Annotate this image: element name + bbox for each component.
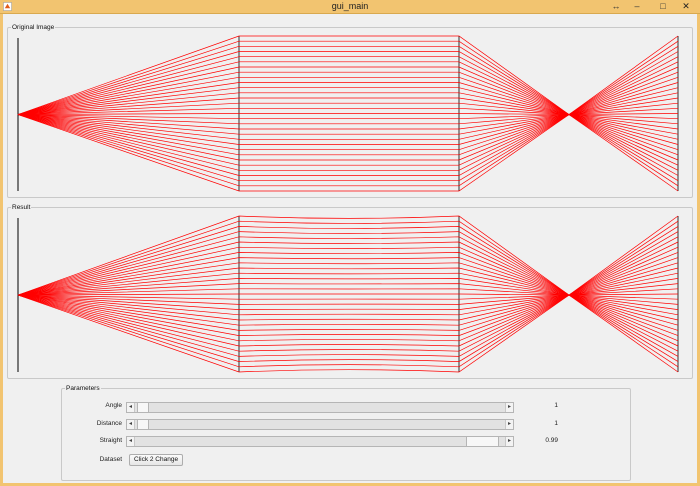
minimize-icon[interactable]: – [629, 0, 645, 13]
ray-line [17, 114, 679, 171]
ray-line [17, 114, 679, 187]
distance-slider[interactable]: ◂ ▸ [126, 419, 514, 430]
original-image-panel: Original Image [7, 23, 693, 198]
straight-slider[interactable]: ◂ ▸ [126, 436, 514, 447]
straight-slider-left-arrow-icon[interactable]: ◂ [127, 437, 135, 446]
change-dataset-button[interactable]: Click 2 Change [129, 454, 184, 466]
distance-value: 1 [554, 420, 558, 427]
straight-slider-thumb[interactable] [466, 437, 499, 446]
straight-label: Straight [99, 437, 122, 444]
straight-slider-right-arrow-icon[interactable]: ▸ [505, 437, 513, 446]
ray-line [17, 294, 679, 352]
angle-slider-thumb[interactable] [137, 403, 149, 412]
distance-slider-left-arrow-icon[interactable]: ◂ [127, 420, 135, 429]
parameters-panel: Parameters Angle ◂ ▸ 1 Distance ◂ ▸ 1 St… [61, 384, 631, 481]
ray-line [17, 114, 679, 192]
ray-line [17, 114, 679, 182]
ray-line [17, 294, 679, 362]
distance-slider-thumb[interactable] [137, 420, 149, 429]
distance-slider-right-arrow-icon[interactable]: ▸ [505, 420, 513, 429]
dataset-label: Dataset [99, 456, 122, 463]
angle-slider-right-arrow-icon[interactable]: ▸ [505, 403, 513, 412]
ray-line [17, 294, 679, 373]
original-image-plot [17, 35, 679, 192]
ray-line [17, 61, 679, 115]
ray-line [17, 40, 679, 115]
parameters-panel-title: Parameters [65, 384, 101, 393]
angle-value: 1 [554, 402, 558, 409]
ray-line [17, 294, 679, 368]
ray-line [17, 56, 679, 115]
straight-value: 0.99 [545, 437, 558, 444]
ray-line [17, 226, 679, 296]
close-icon[interactable]: ✕ [674, 0, 698, 13]
resize-icon[interactable]: ↔ [609, 0, 623, 13]
title-bar: gui_main ↔ – □ ✕ [0, 0, 700, 14]
distance-label: Distance [96, 420, 122, 427]
ray-line [17, 236, 679, 296]
result-panel: Result [7, 203, 693, 379]
angle-slider-left-arrow-icon[interactable]: ◂ [127, 403, 135, 412]
angle-label: Angle [105, 402, 122, 409]
maximize-icon[interactable]: □ [655, 0, 671, 13]
window-title: gui_main [331, 1, 369, 11]
result-plot [17, 215, 679, 373]
angle-slider[interactable]: ◂ ▸ [126, 402, 514, 413]
